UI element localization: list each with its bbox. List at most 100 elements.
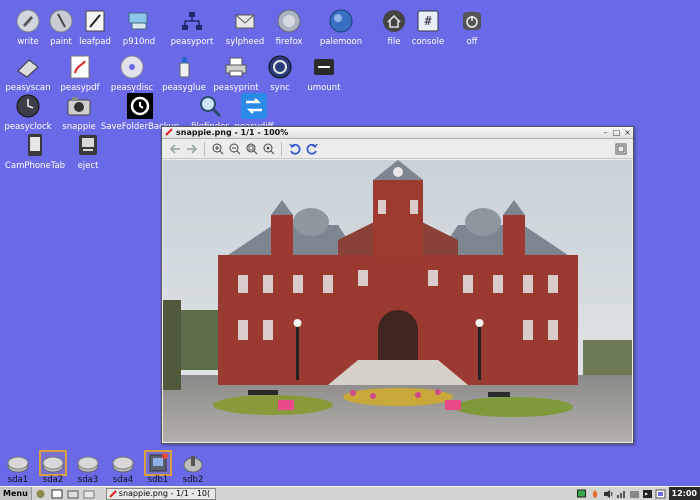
- folder-icon[interactable]: [82, 488, 96, 500]
- svg-text:#: #: [424, 14, 432, 28]
- desktop-icon-label: firefox: [275, 37, 303, 47]
- backup-icon: [127, 93, 153, 119]
- clock-icon: [15, 93, 41, 119]
- palemoon-icon: [328, 8, 354, 34]
- printer-icon: [223, 54, 249, 80]
- show-desktop-icon[interactable]: [50, 488, 64, 500]
- image-viewer-window[interactable]: snappie.png - 1/1 - 100% – □ ×: [161, 126, 634, 444]
- usb-drive-icon: [144, 450, 172, 476]
- drive-label: sdb1: [147, 475, 169, 485]
- firefox-icon: [276, 8, 302, 34]
- zoom-in-button[interactable]: [209, 141, 226, 157]
- phone-icon: [22, 132, 48, 158]
- drive-label: sda3: [77, 475, 99, 485]
- glue-icon: [171, 54, 197, 80]
- drive-sdb1[interactable]: sdb1: [140, 450, 176, 485]
- pdf-icon: [67, 54, 93, 80]
- leafpad-icon: [82, 8, 108, 34]
- menu-button[interactable]: Menu: [0, 486, 32, 500]
- power-icon: [459, 8, 485, 34]
- mail-icon: [232, 8, 258, 34]
- desktop-icon-label: peasypdf: [60, 83, 100, 93]
- rotate-right-icon: [305, 143, 318, 155]
- hard-drive-icon: [39, 450, 67, 476]
- network-icon: [179, 8, 205, 34]
- back-button[interactable]: [166, 141, 183, 157]
- drive-sda3[interactable]: sda3: [70, 452, 106, 485]
- drive-sdb2[interactable]: sdb2: [175, 452, 211, 485]
- zoom-in-icon: [212, 143, 223, 154]
- zoom-out-icon: [229, 143, 240, 154]
- diff-icon: [241, 93, 267, 119]
- hard-drive-icon: [6, 452, 30, 474]
- minimize-button[interactable]: –: [600, 128, 611, 137]
- zoom-100-button[interactable]: [260, 141, 277, 157]
- rotate-left-button[interactable]: [286, 141, 303, 157]
- wifi-icon[interactable]: [629, 488, 640, 499]
- app-icon: [165, 127, 173, 138]
- camera-icon: [66, 93, 92, 119]
- drive-sda2[interactable]: sda2: [35, 450, 71, 485]
- desktop-icon-label: peasyscan: [5, 83, 51, 93]
- zoom-fit-button[interactable]: [243, 141, 260, 157]
- drive-label: sda1: [7, 475, 29, 485]
- desktop-icon-off[interactable]: off: [440, 8, 504, 54]
- drive-sda1[interactable]: sda1: [0, 452, 36, 485]
- settings-tray-icon[interactable]: [655, 488, 666, 499]
- drive-label: sda2: [42, 475, 64, 485]
- desktop-icon-label: umount: [307, 83, 341, 93]
- maximize-button[interactable]: □: [611, 128, 622, 137]
- system-tray: 12:00: [576, 486, 700, 500]
- eject-icon: [75, 132, 101, 158]
- volume-icon[interactable]: [603, 488, 614, 499]
- close-button[interactable]: ×: [622, 128, 633, 137]
- rotate-right-button[interactable]: [303, 141, 320, 157]
- scanner-icon: [15, 54, 41, 80]
- toolbar-separator: [281, 141, 282, 156]
- sync-icon: [267, 54, 293, 80]
- window-list-icon[interactable]: [66, 488, 80, 500]
- taskbar-task-snappie[interactable]: snappie.png - 1/1 - 10(: [105, 487, 216, 500]
- clock[interactable]: 12:00: [668, 486, 700, 500]
- desktop-icon-label: peasyclock: [4, 122, 52, 132]
- window-titlebar[interactable]: snappie.png - 1/1 - 100% – □ ×: [162, 127, 633, 139]
- viewer-toolbar: [162, 139, 633, 159]
- forward-button[interactable]: [183, 141, 200, 157]
- desktop-icon-label: peasyglue: [162, 83, 206, 93]
- desktop-icon-label: sync: [270, 83, 290, 93]
- zoom-out-button[interactable]: [226, 141, 243, 157]
- rotate-left-icon: [288, 143, 301, 155]
- fire-icon[interactable]: [590, 488, 601, 499]
- task-label: snappie.png - 1/1 - 10(: [118, 489, 211, 498]
- battery-icon[interactable]: [577, 488, 588, 499]
- arrow-right-icon: [186, 143, 197, 154]
- desktop-icon-label: off: [466, 37, 478, 47]
- eject-drive-icon: [311, 54, 337, 80]
- desktop-icon-label: peasyport: [170, 37, 214, 47]
- taskbar: Menu snappie.png - 1/1 - 10( 12:00: [0, 486, 700, 500]
- desktop-icon-eject[interactable]: eject: [56, 132, 120, 178]
- desktop-icon-umount[interactable]: umount: [292, 54, 356, 100]
- toolbar-separator: [204, 141, 205, 156]
- console-icon: #: [415, 8, 441, 34]
- fullscreen-button[interactable]: [612, 141, 629, 157]
- hard-drive-icon: [76, 452, 100, 474]
- desktop-icon-label: eject: [77, 161, 99, 171]
- desktop-icon-label: peasydisc: [110, 83, 154, 93]
- drive-label: sda4: [112, 475, 134, 485]
- desktop-icon-label: p910nd: [122, 37, 156, 47]
- printer-server-icon: [126, 8, 152, 34]
- network-status-icon[interactable]: [616, 488, 627, 499]
- drive-sda4[interactable]: sda4: [105, 452, 141, 485]
- window-title: snappie.png - 1/1 - 100%: [176, 128, 289, 137]
- drive-label: sdb2: [182, 475, 204, 485]
- hard-drive-icon: [111, 452, 135, 474]
- image-canvas[interactable]: [163, 160, 632, 442]
- photo-town-hall: [163, 160, 632, 442]
- fullscreen-icon: [615, 143, 626, 154]
- zoom-actual-icon: [263, 143, 274, 154]
- terminal-icon[interactable]: [642, 488, 653, 499]
- usb-drive-icon: [181, 452, 205, 474]
- desktop-icon-label: snappie: [62, 122, 96, 132]
- quicklaunch-icon[interactable]: [34, 488, 48, 500]
